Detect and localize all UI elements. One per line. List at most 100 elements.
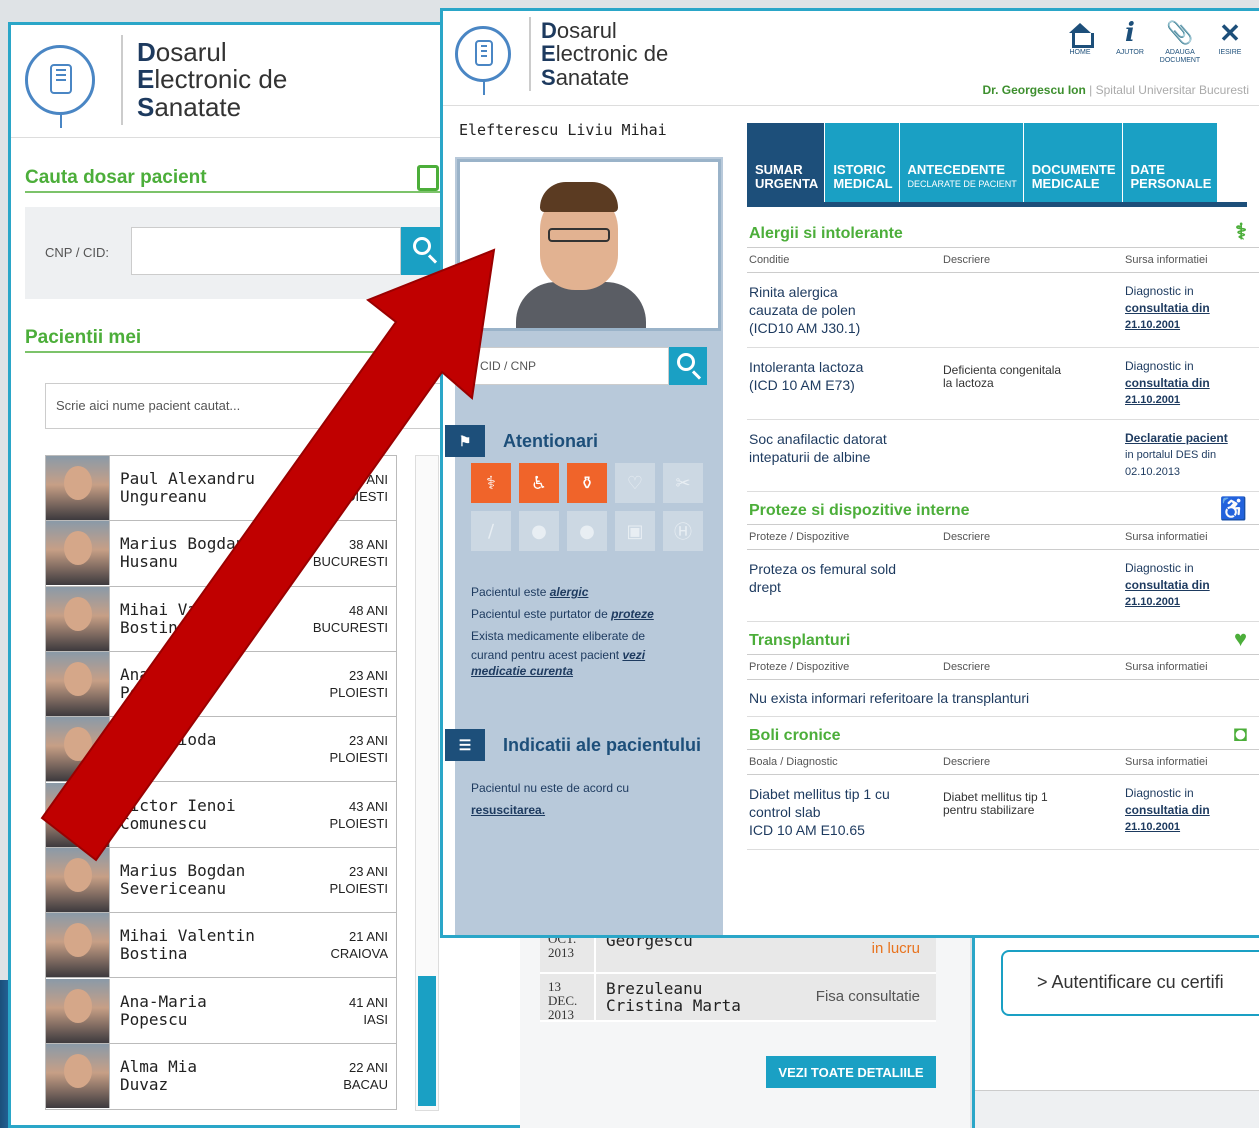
patient-age: 23 ANI [348,863,388,879]
row-condition: Proteza os femural sold drept [749,561,897,595]
patient-city: BUCURESTI [312,619,388,635]
flag-icon: ⚑ [445,425,485,457]
patient-row[interactable]: Marius Bogdan Husanu 38 ANI BUCURESTI [46,521,396,587]
patient-age: 23 ANI [348,668,388,684]
view-all-details-button[interactable]: VEZI TOATE DETALIILE [766,1056,936,1088]
patient-row[interactable]: Mihai Valentin Bostina 21 ANI CRAIOVA [46,913,396,979]
source-date-link[interactable]: 21.10.2001 [1125,392,1255,409]
patient-row[interactable]: Marius Bogdan Severiceanu 23 ANI PLOIESTI [46,847,396,914]
patient-row-meta: 23 ANI PLOIESTI [306,863,396,897]
source-link[interactable]: consultatia din [1125,802,1255,819]
patient-city: CRAIOVA [330,946,388,962]
source-date-link[interactable]: 21.10.2001 [1125,317,1255,334]
source-link[interactable]: Declaratie pacient [1125,430,1255,447]
tab-documente[interactable]: DOCUMENTE MEDICALE [1023,123,1123,202]
tab-sumar[interactable]: SUMAR URGENTA [747,123,826,202]
section-table-header: Boala / Diagnostic Descriere Sursa informa… [747,750,1259,775]
source-date-link[interactable]: 21.10.2001 [1125,819,1255,836]
patient-row[interactable]: Victor Ienoi Comunescu 43 ANI PLOIESTI [46,782,396,848]
tab-antecedente[interactable]: ANTECEDENTE DECLARATE DE PACIENT [899,123,1024,202]
record-tabs: SUMAR URGENTA ISTORIC MEDICAL ANTECEDENTE DEC… [747,123,1247,207]
patient-name-search-input[interactable]: Scrie aici nume pacient cautat... [45,383,445,429]
hospital-icon: Ⓗ [663,511,703,551]
row-source: Diagnostic in consultatia din 21.10.2001 [1125,283,1255,337]
patient-city: PLOIESTI [329,489,388,505]
resuscitation-link[interactable]: resuscitarea. [471,799,629,821]
wheelchair-icon[interactable]: ♿ [519,463,559,503]
scrollbar-thumb[interactable] [418,976,436,1106]
tab-istoric[interactable]: ISTORIC MEDICAL [825,123,900,202]
dna-icon[interactable]: ⚕ [471,463,511,503]
section-row: Soc anafilactic datorat intepaturii de al… [747,420,1259,492]
brain-icon: ● [519,511,559,551]
source-link[interactable]: consultatia din [1125,577,1255,594]
syringe-icon: ∕ [471,511,511,551]
patient-row-name: Ana-Maria Popescu [120,991,207,1029]
allergic-link[interactable]: alergic [550,585,589,599]
patient-row-name: Paul Alexandru Ungureanu [120,469,255,507]
warning-text: Pacientul este alergic Pacientul este pu… [471,585,654,678]
cid-search-button[interactable] [669,347,707,385]
ambulance-icon: ▣ [615,511,655,551]
patient-city: PLOIESTI [329,815,388,831]
source-link[interactable]: consultatia din [1125,375,1255,392]
current-medication-link[interactable]: vezi [622,648,645,662]
paperclip-icon: 📎 [1166,20,1194,45]
clipboard-list-icon: ☰ [445,729,485,761]
patient-avatar [46,978,110,1043]
patient-age: 41 ANI [348,994,388,1010]
doctor-info: Dr. Georgescu Ion | Spitalul Universitar… [982,83,1249,97]
section-row: Intoleranta lactoza (ICD 10 AM E73) Defici… [747,348,1259,420]
section-row: Proteza os femural sold drept Diagnostic i… [747,550,1259,622]
patient-avatar [46,717,110,782]
patient-row-meta: 41 ANI IASI [306,994,396,1028]
patient-list-scrollbar[interactable] [415,455,439,1111]
tab-date[interactable]: DATE PERSONALE [1122,123,1219,202]
source-date-link[interactable]: 21.10.2001 [1125,594,1255,611]
warning-icons-grid: ⚕ ♿ ⚱ ♡ ✂ ∕ ● ● ▣ Ⓗ [471,463,711,551]
cid-cnp-input[interactable]: CID / CNP [471,347,669,385]
medicine-bottle-icon[interactable]: ⚱ [567,463,607,503]
row-description [943,560,1125,611]
exit-button[interactable]: ✕ IESIRE [1205,17,1255,65]
prosthesis-link[interactable]: proteze [611,607,654,621]
row-description: Deficienta congenitala la lactoza [943,363,1062,390]
section-empty-message: Nu exista informari referitoare la trans… [747,680,1259,717]
source-link[interactable]: consultatia din [1125,300,1255,317]
row-description [943,283,1125,337]
cnp-input[interactable] [131,227,401,275]
current-medication-link-cont[interactable]: medicatie curenta [471,664,573,678]
patient-row[interactable]: Paul Alexandru Ungureanu ANI PLOIESTI [46,456,396,522]
add-document-button[interactable]: 📎 ADAUGA DOCUMENT [1155,17,1205,65]
patient-row-name: Victor Ienoi Comunescu [120,795,236,833]
app-title: Dosarul Electronic de Sanatate [541,18,669,90]
patient-row[interactable]: nora Dioda escu 23 ANI PLOIESTI [46,717,396,783]
section-title: Transplanturi ♥ [747,622,1259,655]
patient-age: 43 ANI [348,798,388,814]
row-condition: Intoleranta lactoza (ICD 10 AM E73) [749,359,864,393]
home-button[interactable]: HOME [1055,17,1105,65]
stethoscope-clipboard-icon [455,26,511,95]
row-description [943,430,1125,481]
patient-row-meta: ANI PLOIESTI [306,471,396,505]
patient-avatar [46,586,110,651]
patient-row[interactable]: Alma Mia Duvaz 22 ANI BACAU [46,1043,396,1109]
patient-avatar [46,521,110,586]
patient-row[interactable]: Mihai Valentin Bostina 48 ANI BUCURESTI [46,586,396,652]
patient-row-meta: 38 ANI BUCURESTI [306,536,396,570]
certificate-login-button[interactable]: > Autentificare cu certifi [1001,950,1259,1016]
history-date: 13 DEC. 2013 [540,974,596,1022]
search-section-title: Cauta dosar pacient [25,167,207,188]
history-row[interactable]: 13 DEC. 2013 Brezuleanu Cristina Marta Fisa c… [540,974,936,1022]
patient-age: 22 ANI [348,1060,388,1076]
patient-avatar [46,652,110,717]
patient-age: 23 ANI [348,733,388,749]
row-description: Diabet mellitus tip 1 pentru stabilizare [943,790,1048,817]
help-button[interactable]: i AJUTOR [1105,17,1155,65]
indications-header: ☰ Indicatii ale pacientului [445,729,701,761]
patient-list: Paul Alexandru Ungureanu ANI PLOIESTI Marius… [45,455,397,1110]
heart-monitor-icon: ♡ [615,463,655,503]
patient-sidebar: CID / CNP ⚑ Atentionari ⚕ ♿ ⚱ ♡ ✂ ∕ ● ● … [445,157,723,935]
patient-row[interactable]: Ana Po 23 ANI PLOIESTI [46,651,396,718]
patient-row[interactable]: Ana-Maria Popescu 41 ANI IASI [46,978,396,1044]
